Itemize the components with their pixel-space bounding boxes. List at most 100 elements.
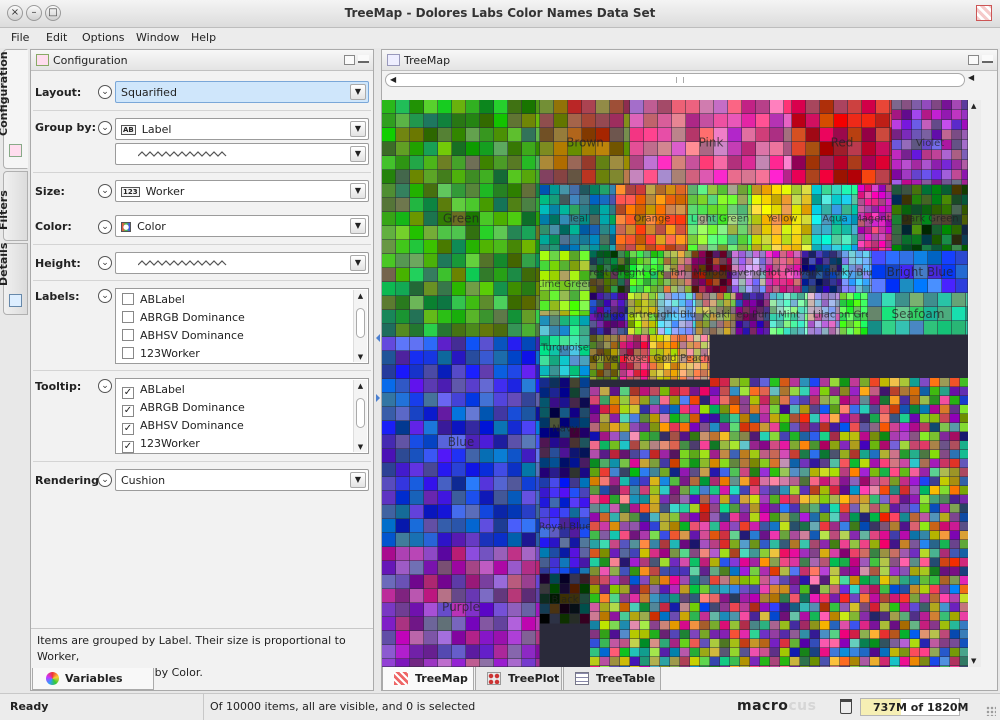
treemap-small-item[interactable]: [950, 639, 960, 648]
treemap-item[interactable]: [536, 505, 540, 519]
treemap-item[interactable]: [540, 356, 550, 366]
treemap-item[interactable]: [862, 170, 876, 184]
treemap-small-item[interactable]: [650, 639, 660, 648]
treemap-small-item[interactable]: [770, 657, 780, 666]
treemap-small-item[interactable]: [840, 567, 850, 576]
treemap-small-item[interactable]: [620, 477, 630, 486]
treemap-small-item[interactable]: [920, 459, 930, 468]
treemap-small-item[interactable]: [850, 585, 860, 594]
treemap-item[interactable]: [550, 195, 560, 205]
treemap-small-item[interactable]: [800, 450, 810, 459]
treemap-item[interactable]: [582, 156, 596, 170]
treemap-item[interactable]: [494, 561, 508, 575]
treemap-item[interactable]: [922, 150, 932, 160]
treemap-item[interactable]: [508, 631, 522, 645]
treemap-item[interactable]: [962, 235, 968, 245]
treemap-item[interactable]: [637, 258, 644, 265]
treemap-item[interactable]: [952, 170, 962, 180]
treemap-item[interactable]: [699, 258, 706, 265]
treemap-small-item[interactable]: [650, 648, 660, 657]
treemap-small-item[interactable]: [870, 531, 880, 540]
treemap-small-item[interactable]: [730, 441, 740, 450]
treemap-small-item[interactable]: [710, 639, 720, 648]
treemap-small-item[interactable]: [890, 468, 900, 477]
treemap-item[interactable]: [424, 533, 438, 547]
treemap-small-item[interactable]: [620, 576, 630, 585]
treemap-item[interactable]: [536, 142, 540, 156]
treemap-item[interactable]: [508, 617, 522, 631]
treemap-small-item[interactable]: [750, 477, 760, 486]
treemap-small-item[interactable]: [600, 477, 610, 486]
treemap-item[interactable]: [382, 254, 396, 268]
treemap-item[interactable]: [642, 328, 649, 335]
treemap-item[interactable]: [956, 265, 968, 279]
treemap-small-item[interactable]: [770, 621, 780, 630]
treemap-item[interactable]: [508, 351, 522, 365]
treemap-small-item[interactable]: [780, 576, 790, 585]
treemap-item[interactable]: [494, 198, 508, 212]
treemap-small-item[interactable]: [740, 450, 750, 459]
treemap-item[interactable]: [692, 279, 699, 286]
treemap-small-item[interactable]: [870, 486, 880, 495]
treemap-small-item[interactable]: [670, 531, 680, 540]
treemap-item[interactable]: [664, 335, 671, 342]
treemap-item[interactable]: [580, 245, 590, 251]
treemap-item[interactable]: [770, 300, 777, 307]
treemap-item[interactable]: [580, 398, 590, 408]
treemap-item[interactable]: [856, 258, 863, 265]
treemap-item[interactable]: [396, 282, 410, 296]
treemap-small-item[interactable]: [590, 558, 600, 567]
treemap-item[interactable]: [522, 659, 536, 667]
treemap-small-item[interactable]: [960, 459, 968, 468]
treemap-item[interactable]: [942, 150, 952, 160]
treemap-small-item[interactable]: [670, 594, 680, 603]
treemap-small-item[interactable]: [840, 387, 850, 396]
treemap-item[interactable]: [708, 235, 718, 245]
treemap-small-item[interactable]: [630, 477, 640, 486]
treemap-small-item[interactable]: [950, 486, 960, 495]
treemap-item[interactable]: [962, 225, 968, 235]
treemap-item[interactable]: [604, 363, 611, 370]
treemap-small-item[interactable]: [680, 558, 690, 567]
treemap-item[interactable]: [847, 293, 854, 300]
treemap-item[interactable]: [438, 240, 452, 254]
treemap-item[interactable]: [912, 245, 922, 251]
treemap-small-item[interactable]: [860, 378, 870, 387]
treemap-small-item[interactable]: [960, 513, 968, 522]
treemap-item[interactable]: [570, 245, 580, 251]
treemap-small-item[interactable]: [900, 396, 910, 405]
treemap-item[interactable]: [757, 321, 764, 328]
treemap-small-item[interactable]: [900, 432, 910, 441]
treemap-item[interactable]: [452, 533, 466, 547]
treemap-item[interactable]: [536, 351, 540, 365]
treemap-small-item[interactable]: [770, 414, 780, 423]
treemap-item[interactable]: [494, 114, 508, 128]
treemap-small-item[interactable]: [710, 567, 720, 576]
treemap-item[interactable]: [522, 505, 536, 519]
treemap-small-item[interactable]: [960, 450, 968, 459]
treemap-item[interactable]: [522, 310, 536, 324]
treemap-small-item[interactable]: [940, 639, 950, 648]
treemap-item[interactable]: [522, 212, 536, 226]
group-by-dropdown-arrow[interactable]: ▼: [350, 121, 366, 137]
treemap-item[interactable]: [480, 547, 494, 561]
treemap-small-item[interactable]: [660, 540, 670, 549]
treemap-small-item[interactable]: [890, 405, 900, 414]
treemap-small-item[interactable]: [850, 396, 860, 405]
treemap-item[interactable]: [648, 349, 650, 356]
treemap-small-item[interactable]: [760, 441, 770, 450]
treemap-item[interactable]: [424, 631, 438, 645]
treemap-small-item[interactable]: [780, 405, 790, 414]
treemap-small-item[interactable]: [830, 513, 840, 522]
treemap-item[interactable]: [382, 547, 396, 561]
scroll-down-icon[interactable]: ▼: [354, 353, 367, 361]
treemap-item[interactable]: [720, 286, 727, 293]
treemap-small-item[interactable]: [810, 612, 820, 621]
treemap-small-item[interactable]: [830, 495, 840, 504]
treemap-item[interactable]: [410, 645, 424, 659]
treemap-small-item[interactable]: [840, 486, 850, 495]
treemap-small-item[interactable]: [950, 567, 960, 576]
treemap-item[interactable]: [582, 100, 596, 114]
size-dropdown-arrow[interactable]: ▼: [350, 183, 366, 199]
treemap-item[interactable]: [679, 300, 686, 307]
